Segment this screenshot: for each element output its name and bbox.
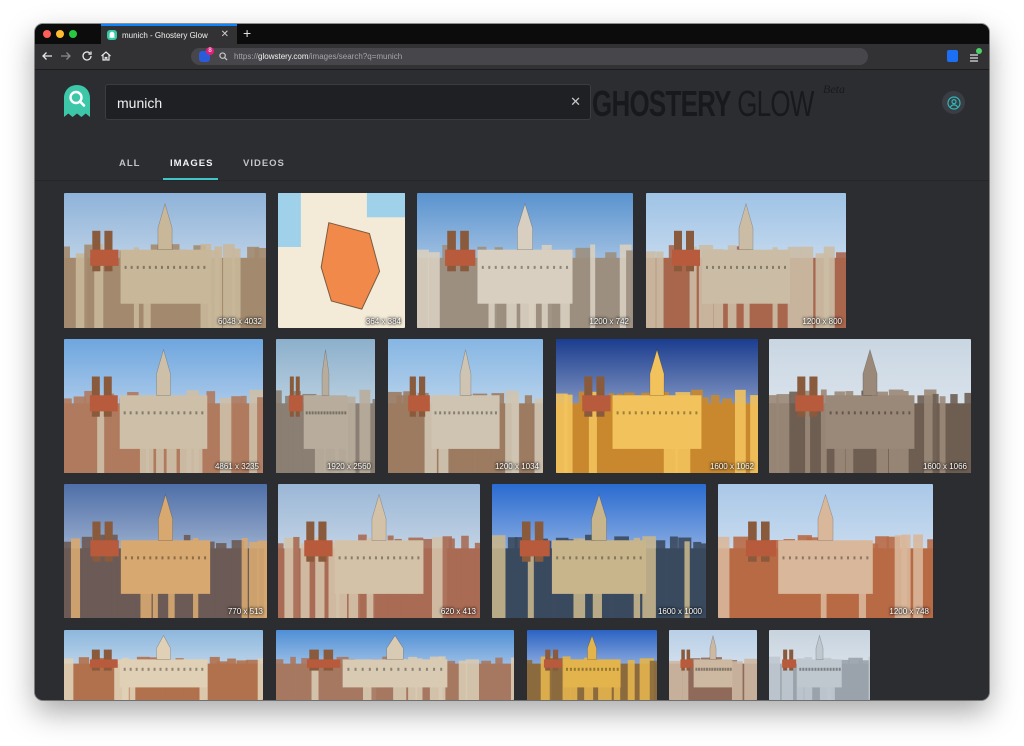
hamburger-menu-icon[interactable] <box>969 48 982 62</box>
image-result[interactable]: 6048 x 4032 <box>64 193 266 328</box>
home-icon[interactable] <box>99 49 113 63</box>
ghostery-favicon-icon <box>107 30 117 40</box>
image-dimensions: 1200 x 800 <box>802 317 842 326</box>
image-result[interactable]: 4861 x 3235 <box>64 339 263 473</box>
beta-label: Beta <box>823 82 845 96</box>
search-input[interactable] <box>106 85 579 121</box>
city-photo-thumbnail <box>556 339 758 473</box>
ghostery-glow-wordmark: GHOSTERY GLOW <box>592 83 814 124</box>
image-result[interactable] <box>669 630 757 700</box>
ghostery-tracker-badge-icon[interactable]: 8 <box>199 47 214 62</box>
browser-tab[interactable]: munich - Ghostery Glow ✕ <box>101 24 237 44</box>
image-dimensions: 1920 x 2560 <box>326 462 371 471</box>
tab-strip: munich - Ghostery Glow ✕ + <box>35 24 989 44</box>
search-box[interactable]: ✕ <box>105 84 591 121</box>
city-photo-thumbnail <box>669 630 757 700</box>
minimize-window-button[interactable] <box>56 30 64 38</box>
city-photo-thumbnail <box>527 630 657 700</box>
search-page: ✕ GHOSTERY GLOW Beta ALL IMAGES VIDEOS 6… <box>35 70 989 700</box>
city-photo-thumbnail <box>417 193 633 328</box>
new-tab-button[interactable]: + <box>243 25 251 41</box>
tab-all[interactable]: ALL <box>119 158 140 169</box>
image-dimensions: 6048 x 4032 <box>217 317 262 326</box>
image-result[interactable]: 1600 x 1062 <box>556 339 758 473</box>
close-tab-icon[interactable]: ✕ <box>221 29 229 40</box>
image-dimensions: 1200 x 742 <box>589 317 629 326</box>
tab-title: munich - Ghostery Glow <box>122 30 208 40</box>
city-photo-thumbnail <box>64 339 263 473</box>
image-result[interactable]: 770 x 513 <box>64 484 267 618</box>
image-dimensions: 770 x 513 <box>227 607 263 616</box>
image-dimensions: 1600 x 1062 <box>709 462 754 471</box>
image-result[interactable]: 1200 x 1034 <box>388 339 543 473</box>
tab-videos[interactable]: VIDEOS <box>243 158 285 169</box>
ghostery-glow-logo-icon[interactable] <box>62 84 92 118</box>
close-window-button[interactable] <box>43 30 51 38</box>
update-dot-icon <box>976 48 982 54</box>
image-result[interactable]: 620 x 413 <box>278 484 480 618</box>
search-tabs: ALL IMAGES VIDEOS <box>35 128 989 181</box>
browser-toolbar: 8 https://glowstery.com/images/search?q=… <box>35 44 989 70</box>
city-photo-thumbnail <box>64 484 267 618</box>
image-dimensions: 4861 x 3235 <box>214 462 259 471</box>
image-dimensions: 1200 x 1034 <box>494 462 539 471</box>
active-tab-indicator <box>163 178 218 180</box>
image-result[interactable]: 364 x 384 <box>278 193 405 328</box>
image-result[interactable] <box>769 630 870 700</box>
city-photo-thumbnail <box>276 339 375 473</box>
city-photo-thumbnail <box>388 339 543 473</box>
city-photo-thumbnail <box>646 193 846 328</box>
maximize-window-button[interactable] <box>69 30 77 38</box>
image-result[interactable]: 1200 x 800 <box>646 193 846 328</box>
image-result[interactable]: 1200 x 748 <box>718 484 933 618</box>
url-text[interactable]: https://glowstery.com/images/search?q=mu… <box>234 52 402 61</box>
image-result[interactable] <box>527 630 657 700</box>
reload-icon[interactable] <box>80 49 94 63</box>
browser-window: munich - Ghostery Glow ✕ + 8 https://glo… <box>35 24 989 700</box>
image-result[interactable] <box>64 630 263 700</box>
city-photo-thumbnail <box>718 484 933 618</box>
account-button[interactable] <box>942 91 965 114</box>
forward-arrow-icon[interactable] <box>59 49 73 63</box>
image-result[interactable]: 1920 x 2560 <box>276 339 375 473</box>
bitwarden-shield-icon[interactable] <box>947 50 958 62</box>
city-photo-thumbnail <box>64 193 266 328</box>
city-photo-thumbnail <box>492 484 706 618</box>
tracker-count: 8 <box>206 47 214 55</box>
image-result[interactable]: 1600 x 1000 <box>492 484 706 618</box>
tab-images[interactable]: IMAGES <box>170 158 213 169</box>
image-result[interactable] <box>276 630 514 700</box>
image-dimensions: 1600 x 1000 <box>657 607 702 616</box>
user-icon <box>946 95 961 110</box>
clear-search-icon[interactable]: ✕ <box>570 94 581 110</box>
city-photo-thumbnail <box>769 339 971 473</box>
map-thumbnail <box>278 193 405 328</box>
image-dimensions: 620 x 413 <box>440 607 476 616</box>
search-icon <box>219 52 228 61</box>
image-result[interactable]: 1600 x 1066 <box>769 339 971 473</box>
city-photo-thumbnail <box>769 630 870 700</box>
image-dimensions: 1200 x 748 <box>889 607 929 616</box>
city-photo-thumbnail <box>278 484 480 618</box>
image-result[interactable]: 1200 x 742 <box>417 193 633 328</box>
city-photo-thumbnail <box>64 630 263 700</box>
back-arrow-icon[interactable] <box>40 49 54 63</box>
image-dimensions: 364 x 384 <box>365 317 401 326</box>
city-photo-thumbnail <box>276 630 514 700</box>
address-bar[interactable]: 8 https://glowstery.com/images/search?q=… <box>191 47 868 65</box>
image-dimensions: 1600 x 1066 <box>922 462 967 471</box>
